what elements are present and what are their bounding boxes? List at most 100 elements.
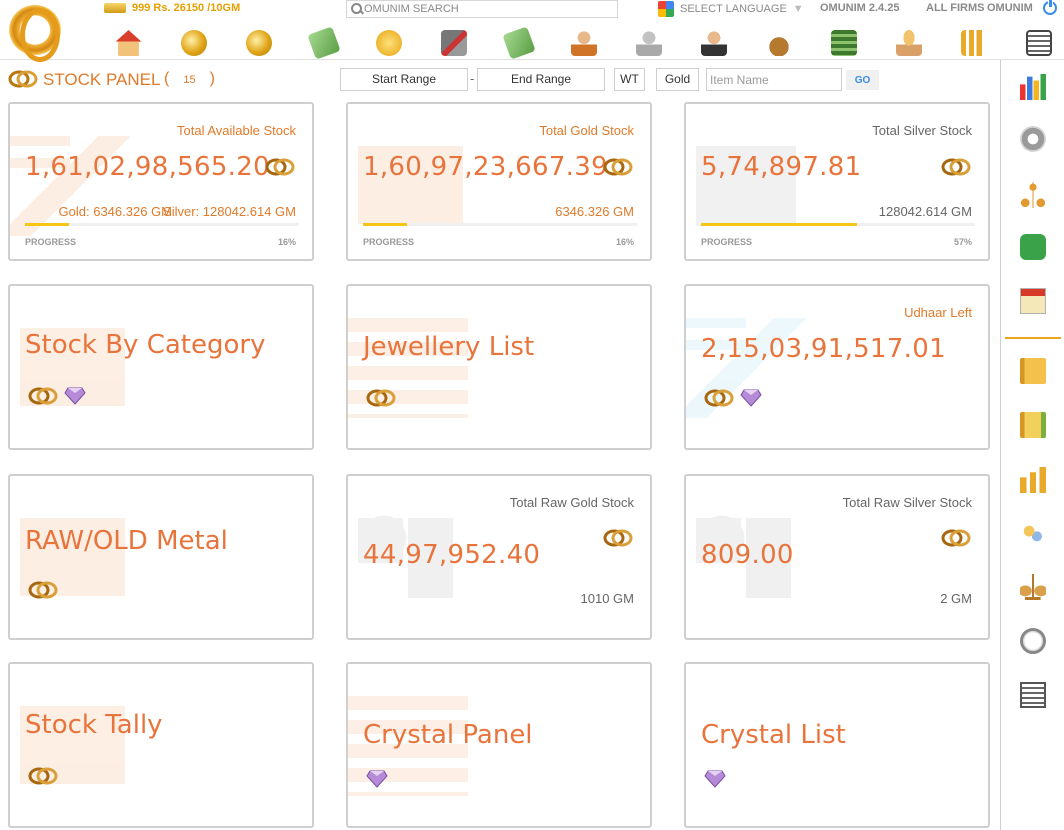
total-available-stock-card[interactable]: Total Available Stock 1,61,02,98,565.20 … [8,102,314,261]
stopwatch-icon [1020,628,1046,654]
all-firms-link[interactable]: ALL FIRMS [926,2,984,14]
page-title: STOCK PANEL [43,70,161,89]
total-gold-stock-card[interactable]: Total Gold Stock 1,60,97,23,667.39 6346.… [346,102,652,261]
card-icons [28,386,86,406]
stats-watermark-icon [686,136,806,236]
toolbar-payment[interactable] [291,26,356,60]
item-name-input[interactable] [706,68,842,91]
sidebar-item-hierarchy[interactable] [1018,180,1048,210]
sidebar-item-ledger-stack[interactable] [1018,410,1048,440]
gold-rings-icon [603,158,633,176]
toolbar-add-stock[interactable] [161,26,226,60]
end-range-field[interactable]: End Range [477,68,605,91]
gold-rings-icon [28,767,58,785]
user-name[interactable]: OMUNIM [987,2,1033,14]
people-icon [1020,522,1046,548]
banknotes-icon [830,30,857,56]
card-icons [366,770,388,788]
toolbar-home[interactable] [96,26,161,60]
logout-power-icon[interactable] [1043,0,1057,15]
search-icon [350,2,364,16]
gold-rate-display: 999 Rs. 26150 /10GM [104,0,240,16]
raw-old-metal-card[interactable]: RAW/OLD Metal [8,474,314,640]
silver-weight: Silver: 128042.614 GM [163,204,296,219]
stock-by-category-card[interactable]: Stock By Category [8,284,314,450]
crystal-panel-card[interactable]: Crystal Panel [346,662,652,828]
card-icons [704,770,726,788]
money-bag-icon [765,30,792,56]
total-silver-stock-card[interactable]: Total Silver Stock 5,74,897.81 128042.61… [684,102,990,261]
toolbar-calculator[interactable] [1006,26,1064,60]
hand-coins-icon [895,30,922,56]
card-label: Total Silver Stock [872,123,972,138]
card-value: 1,60,97,23,667.39 [363,152,608,182]
weight-type-select[interactable]: WT [614,68,645,91]
sidebar-item-calculator[interactable] [1018,680,1048,710]
udhaar-left-card[interactable]: Udhaar Left 2,15,03,91,517.01 [684,284,990,450]
toolbar-tools[interactable] [421,26,486,60]
go-button[interactable]: GO [846,70,879,90]
diamond-icon [366,770,388,788]
businessman-icon [700,30,727,56]
coins-add-icon [180,30,207,56]
sidebar-item-scale[interactable] [1018,572,1048,602]
rupee-watermark-icon [10,136,130,236]
card-label: Total Raw Gold Stock [509,495,634,510]
progress-fill [25,223,69,226]
gold-rings-icon [265,158,295,176]
diamond-icon [64,387,86,405]
toolbar-reports[interactable] [941,26,1006,60]
count-close-paren: ) [209,70,215,87]
toolbar-cash[interactable] [486,26,551,60]
diamond-icon [704,770,726,788]
crystal-list-card[interactable]: Crystal List [684,662,990,828]
metal-type-select[interactable]: Gold [656,68,699,91]
sidebar-item-calendar[interactable] [1018,286,1048,316]
sidebar-item-ledger[interactable] [1018,356,1048,386]
search-input[interactable] [364,1,614,17]
sidebar-item-stopwatch[interactable] [1018,626,1048,656]
rings-icon [8,70,38,88]
toolbar-deposit[interactable] [876,26,941,60]
progress-track [25,223,299,226]
gold-rings-icon [941,158,971,176]
sidebar-item-sms[interactable] [1018,232,1048,262]
progress-label: PROGRESS [701,237,753,247]
progress-fill [701,223,858,226]
card-value: 44,97,952.40 [363,540,541,570]
sms-icon [1020,234,1046,260]
toolbar-banknotes[interactable] [811,26,876,60]
jewellery-list-card[interactable]: Jewellery List [346,284,652,450]
sidebar-item-bar-chart[interactable] [1018,465,1048,495]
toolbar-new[interactable] [356,26,421,60]
card-icons [28,766,58,786]
total-raw-silver-stock-card[interactable]: Total Raw Silver Stock 809.00 2 GM [684,474,990,640]
stock-tally-card[interactable]: Stock Tally [8,662,314,828]
sidebar-item-people[interactable] [1018,520,1048,550]
start-range-field[interactable]: Start Range [340,68,468,91]
google-translate-icon [658,1,674,17]
new-badge-icon [375,30,402,56]
progress-percent: 57% [953,237,972,247]
card-icons [28,580,58,600]
progress-fill [363,223,407,226]
sidebar-item-stats[interactable] [1018,72,1048,102]
language-dropdown-icon[interactable]: ▼ [793,3,804,15]
toolbar-customer[interactable] [551,26,616,60]
scale-icon [1020,574,1046,600]
count-value: 15 [183,74,196,86]
search-bar[interactable] [346,0,618,18]
card-title: RAW/OLD Metal [25,526,228,556]
toolbar-staff[interactable] [681,26,746,60]
toolbar-stock[interactable] [226,26,291,60]
toolbar-loan[interactable] [746,26,811,60]
language-selector[interactable]: SELECT LANGUAGE ▼ [658,1,804,17]
sidebar-item-settings[interactable] [1018,124,1048,154]
user-icon [570,30,597,56]
gold-rings-icon [704,389,734,407]
toolbar-add-user[interactable] [616,26,681,60]
omunim-logo[interactable] [6,2,64,62]
count-open-paren: ( [164,70,170,87]
card-label: Udhaar Left [904,305,972,320]
total-raw-gold-stock-card[interactable]: Total Raw Gold Stock 44,97,952.40 1010 G… [346,474,652,640]
